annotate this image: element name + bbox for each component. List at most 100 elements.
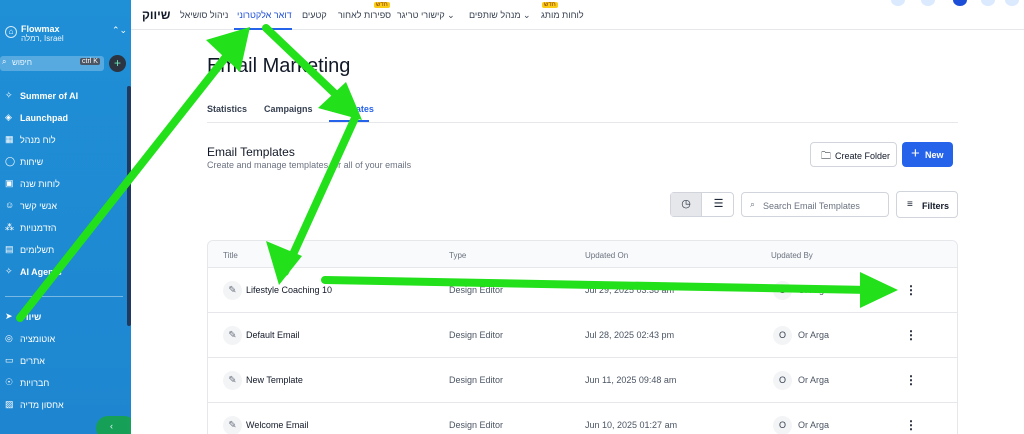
section-title: Email Templates — [207, 145, 295, 159]
tab-social[interactable]: ניהול סושיאל — [180, 10, 228, 20]
chevron-left-icon: ‹ — [110, 421, 113, 431]
template-updated-by: Or Arga — [798, 285, 830, 295]
account-switcher[interactable]: ⌂ Flowmax רמלה, Israel ⌃⌄ — [0, 20, 131, 48]
template-title[interactable]: New Template — [246, 375, 303, 385]
table-row[interactable]: ✎ Default Email Design Editor Jul 28, 2025 … — [208, 313, 957, 358]
account-location: רמלה, Israel — [21, 34, 64, 43]
col-type: Type — [449, 251, 467, 260]
sidebar-item[interactable]: ◯ שיחות — [0, 152, 127, 172]
template-title[interactable]: Default Email — [246, 330, 300, 340]
quick-action-button[interactable]: + — [109, 55, 126, 72]
sidebar-divider — [5, 296, 123, 297]
tab-email[interactable]: דואר אלקטרוני — [237, 10, 292, 20]
sidebar-item[interactable]: ✧ Summer of AI — [0, 86, 127, 106]
list-view-icon[interactable]: ☰ — [703, 193, 734, 216]
template-updated-by: Or Arga — [798, 420, 830, 430]
calendar-icon: ▣ — [5, 178, 14, 188]
marketing-icon: ➤ — [5, 311, 13, 321]
template-type: Design Editor — [449, 375, 504, 385]
active-subtab-indicator — [329, 120, 369, 122]
view-toggle: ◷ ☰ — [670, 192, 734, 217]
template-icon: ✎ — [223, 416, 242, 434]
header-icon[interactable] — [921, 0, 935, 6]
new-template-button[interactable]: + New — [902, 142, 953, 167]
user-avatar: O — [773, 281, 792, 300]
tab-brand-boards[interactable]: לוחות מותג — [541, 10, 584, 20]
sidebar-item-label: אנשי קשר — [20, 201, 58, 211]
table-row[interactable]: ✎ Welcome Email Design Editor Jun 10, 2025 … — [208, 403, 957, 434]
header-icon[interactable] — [981, 0, 995, 6]
template-updated-on: Jun 11, 2025 09:48 am — [585, 375, 677, 385]
sidebar-item[interactable]: ☺ אנשי קשר — [0, 196, 127, 216]
search-templates-input[interactable]: ⌕ Search Email Templates — [741, 192, 889, 217]
account-name: Flowmax — [21, 24, 60, 34]
contacts-icon: ☺ — [5, 200, 15, 210]
sidebar-search[interactable]: ⌕ חיפוש ctrl K — [0, 56, 104, 71]
template-title[interactable]: Welcome Email — [246, 420, 308, 430]
section-brand: שיווק — [142, 8, 171, 22]
section-subtitle: Create and manage templates for all of y… — [207, 160, 412, 170]
sidebar-item[interactable]: ➤ שיווק — [0, 307, 127, 327]
more-options-icon[interactable]: ⋮ — [905, 281, 917, 299]
create-folder-label: Create Folder — [835, 151, 891, 161]
more-options-icon[interactable]: ⋮ — [905, 371, 917, 389]
sidebar-search-placeholder: חיפוש — [12, 58, 32, 67]
create-folder-button[interactable]: 🗀 Create Folder — [810, 142, 897, 167]
automation-icon: ◎ — [5, 333, 13, 343]
search-placeholder: Search Email Templates — [763, 201, 860, 211]
template-updated-by: Or Arga — [798, 330, 830, 340]
sidebar-item[interactable]: ✧ AI Agents — [0, 262, 127, 282]
sidebar-item[interactable]: ▣ לוחות שנה — [0, 174, 127, 194]
sidebar-item-label: אחסון מדיה — [20, 400, 64, 410]
ai-agents-icon: ✧ — [5, 266, 13, 276]
header-icon[interactable] — [891, 0, 905, 6]
collapse-sidebar-button[interactable]: ‹ — [96, 416, 131, 434]
header-icon[interactable] — [953, 0, 967, 6]
annotation-arrowhead — [318, 82, 362, 120]
sidebar-item[interactable]: ▤ תשלומים — [0, 240, 127, 260]
sidebar-item-label: הזדמנויות — [20, 223, 57, 233]
sidebar-item[interactable]: ◎ אוטומציה — [0, 329, 127, 349]
tab-trigger-links[interactable]: קישורי טריגר ⌄ — [397, 10, 455, 21]
sidebar-item[interactable]: ▨ אחסון מדיה — [0, 395, 127, 415]
tab-campaigns[interactable]: Campaigns — [264, 104, 313, 114]
tab-statistics[interactable]: Statistics — [207, 104, 247, 114]
media-icon: ▨ — [5, 399, 14, 409]
filters-button[interactable]: ≡ Filters — [896, 191, 958, 218]
active-tab-indicator — [234, 28, 292, 30]
sidebar-item[interactable]: ◈ Launchpad — [0, 108, 127, 128]
sidebar-scrollbar[interactable] — [127, 86, 131, 326]
sidebar-item[interactable]: ☉ חברויות — [0, 373, 127, 393]
sidebar-item[interactable]: ▭ אתרים — [0, 351, 127, 371]
sidebar-item-label: לוח מנהל — [20, 135, 56, 145]
template-icon: ✎ — [223, 326, 242, 345]
filter-icon: ≡ — [907, 199, 913, 210]
recent-view-clock-icon[interactable]: ◷ — [671, 193, 702, 216]
sidebar-item[interactable]: ▦ לוח מנהל — [0, 130, 127, 150]
tab-countdowns[interactable]: ספירות לאחור — [338, 10, 391, 20]
header-icon[interactable] — [1005, 0, 1019, 6]
table-row[interactable]: ✎ New Template Design Editor Jun 11, 2025 0… — [208, 358, 957, 403]
more-options-icon[interactable]: ⋮ — [905, 326, 917, 344]
chevron-updown-icon: ⌃⌄ — [112, 25, 128, 35]
sidebar: ⌂ Flowmax רמלה, Israel ⌃⌄ ⌕ חיפוש ctrl K… — [0, 0, 131, 434]
sites-icon: ▭ — [5, 355, 14, 365]
more-options-icon[interactable]: ⋮ — [905, 416, 917, 434]
template-title[interactable]: Lifestyle Coaching 10 — [246, 285, 332, 295]
tab-templates[interactable]: Templates — [330, 104, 374, 114]
table-header: Title Type Updated On Updated By — [208, 241, 957, 268]
filters-label: Filters — [922, 201, 950, 211]
template-icon: ✎ — [223, 371, 242, 390]
tab-affiliate-manager[interactable]: מנהל שותפים ⌄ — [469, 10, 531, 21]
sidebar-item-label: Launchpad — [20, 113, 69, 123]
sidebar-item-label: חברויות — [20, 378, 50, 388]
new-label: New — [925, 150, 944, 160]
table-row[interactable]: ✎ Lifestyle Coaching 10 Design Editor Jul 2… — [208, 268, 957, 313]
templates-table: Title Type Updated On Updated By ✎ Lifest… — [207, 240, 958, 434]
page-title: Email Marketing — [207, 55, 351, 77]
sidebar-item[interactable]: ⁂ הזדמנויות — [0, 218, 127, 238]
tab-snippets[interactable]: קטעים — [302, 10, 327, 20]
template-updated-on: Jul 29, 2025 03:38 am — [585, 285, 675, 295]
plus-icon: + — [911, 145, 920, 162]
user-avatar: O — [773, 371, 792, 390]
